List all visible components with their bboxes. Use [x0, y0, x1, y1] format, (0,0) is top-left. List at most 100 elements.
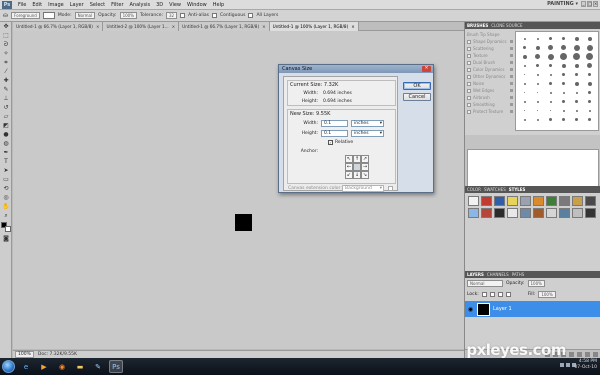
width-unit-select[interactable]: inches	[351, 120, 384, 127]
brush-tip-preset[interactable]	[588, 91, 591, 94]
style-swatch[interactable]	[546, 196, 557, 206]
anchor-bottom[interactable]: ↓	[353, 171, 361, 179]
brush-tip-preset[interactable]	[536, 37, 539, 40]
brush-tip-preset[interactable]	[587, 63, 592, 68]
brush-tip-preset[interactable]	[549, 73, 552, 76]
brush-tip-preset[interactable]	[575, 91, 578, 94]
list-item[interactable]: Color Dynamics	[467, 66, 513, 73]
style-swatch[interactable]	[520, 208, 531, 218]
menu-file[interactable]: File	[15, 2, 29, 8]
brush-tip-preset[interactable]	[588, 109, 591, 112]
firefox-icon[interactable]: ◉	[55, 360, 69, 373]
style-swatch[interactable]	[481, 196, 492, 206]
tab-clone-source[interactable]: CLONE SOURCE	[491, 23, 522, 28]
brush-tip-preset[interactable]	[549, 91, 552, 94]
style-swatch[interactable]	[546, 208, 557, 218]
close-tab-icon[interactable]: ×	[172, 24, 176, 29]
style-swatch[interactable]	[468, 196, 479, 206]
width-input[interactable]: 0.1	[321, 120, 348, 127]
brush-tip-preset[interactable]	[523, 37, 526, 40]
tab-channels[interactable]: CHANNELS	[487, 272, 509, 277]
brush-tip-preset[interactable]	[522, 54, 527, 59]
brush-tip-preset[interactable]	[588, 100, 591, 103]
cancel-button[interactable]: Cancel	[403, 93, 431, 101]
tab-paths[interactable]: PATHS	[512, 272, 525, 277]
3d-orbit-tool-icon[interactable]: ◎	[2, 194, 10, 202]
style-swatch[interactable]	[507, 208, 518, 218]
all-layers-checkbox[interactable]	[248, 13, 254, 18]
doc-tab-3[interactable]: Untitled-1 @ 66.7% (Layer 1, RGB/8) ×	[179, 22, 270, 31]
paint-bucket-tool-icon[interactable]: ◩	[2, 122, 10, 130]
style-swatch[interactable]	[572, 208, 583, 218]
tab-brushes[interactable]: BRUSHES	[467, 23, 488, 28]
volume-icon[interactable]	[566, 363, 570, 367]
style-swatch[interactable]	[559, 208, 570, 218]
canvas-black-square[interactable]	[235, 214, 252, 231]
setting-checkbox[interactable]	[467, 81, 471, 86]
anchor-top[interactable]: ↑	[353, 155, 361, 163]
tab-color[interactable]: COLOR	[467, 187, 481, 192]
pen-tool-icon[interactable]: ✒	[2, 149, 10, 157]
doc-tab-2[interactable]: Untitled-2 @ 100% (Layer 1... ×	[103, 22, 180, 31]
anchor-top-left[interactable]: ↖	[345, 155, 353, 163]
lock-icon[interactable]	[510, 75, 513, 78]
eyedropper-tool-icon[interactable]: ⁄	[2, 68, 10, 76]
eraser-tool-icon[interactable]: ▱	[2, 113, 10, 121]
dialog-title-bar[interactable]: Canvas Size ✕	[279, 65, 433, 73]
anchor-center[interactable]	[353, 163, 361, 171]
lock-icon[interactable]	[510, 61, 513, 64]
layer-fill-field[interactable]: 100%	[538, 291, 556, 298]
layer-row-selected[interactable]: ◉ Layer 1	[465, 301, 600, 317]
brush-tip-preset[interactable]	[562, 73, 565, 76]
brush-tip-preset[interactable]	[549, 118, 552, 121]
menu-layer[interactable]: Layer	[67, 2, 87, 8]
setting-checkbox[interactable]	[467, 67, 471, 72]
menu-3d[interactable]: 3D	[153, 2, 166, 8]
brush-tip-preset[interactable]	[536, 64, 539, 67]
start-button-icon[interactable]	[2, 360, 15, 373]
brush-tip-preset[interactable]	[586, 53, 593, 60]
brush-tip-preset[interactable]	[562, 82, 565, 85]
list-item[interactable]: Wet Edges	[467, 87, 513, 94]
brush-tip-preset[interactable]	[588, 73, 591, 76]
style-swatch[interactable]	[520, 196, 531, 206]
brush-tip-preset[interactable]	[549, 82, 552, 85]
taskbar-clock[interactable]: 4:58 PM 07-Oct-10	[574, 359, 597, 371]
photoshop-taskbar-icon[interactable]: Ps	[109, 360, 123, 373]
close-icon[interactable]: ✕	[422, 66, 431, 72]
close-icon[interactable]: ×	[593, 1, 598, 7]
new-layer-icon[interactable]	[585, 351, 590, 357]
brush-tip-preset[interactable]	[562, 118, 565, 121]
ok-button[interactable]: OK	[403, 82, 431, 90]
lock-icon[interactable]	[510, 96, 513, 99]
brush-tip-preset[interactable]	[562, 91, 565, 94]
brush-tip-preset[interactable]	[547, 53, 554, 60]
type-tool-icon[interactable]: T	[2, 158, 10, 166]
brush-tip-preset[interactable]	[537, 92, 538, 93]
paint-bucket-icon[interactable]: ⛀	[3, 12, 8, 19]
brush-tip-preset[interactable]	[575, 73, 578, 76]
blend-mode-select[interactable]: Normal	[467, 280, 503, 287]
color-swatches[interactable]	[1, 222, 11, 233]
lock-icon[interactable]	[510, 68, 513, 71]
lasso-tool-icon[interactable]: ᘐ	[2, 41, 10, 49]
contiguous-checkbox[interactable]	[212, 13, 218, 18]
style-swatch[interactable]	[533, 208, 544, 218]
brush-tip-preset[interactable]	[561, 63, 566, 68]
network-icon[interactable]	[560, 363, 564, 367]
height-unit-select[interactable]: inches	[351, 130, 384, 137]
lock-pixels-icon[interactable]	[489, 292, 495, 297]
relative-checkbox[interactable]: ✓ Relative	[328, 140, 353, 145]
internet-explorer-icon[interactable]: e	[19, 360, 33, 373]
style-swatch[interactable]	[481, 208, 492, 218]
clone-stamp-tool-icon[interactable]: ⊥	[2, 95, 10, 103]
brush-tool-icon[interactable]: ✎	[2, 86, 10, 94]
relative-check-box[interactable]: ✓	[328, 140, 333, 145]
brush-tip-preset[interactable]	[549, 100, 552, 103]
style-swatch[interactable]	[494, 208, 505, 218]
style-swatch[interactable]	[533, 196, 544, 206]
menu-select[interactable]: Select	[87, 2, 108, 8]
hand-tool-icon[interactable]: ✋	[2, 203, 10, 211]
lock-icon[interactable]	[510, 47, 513, 50]
brush-tip-preset[interactable]	[523, 64, 526, 67]
